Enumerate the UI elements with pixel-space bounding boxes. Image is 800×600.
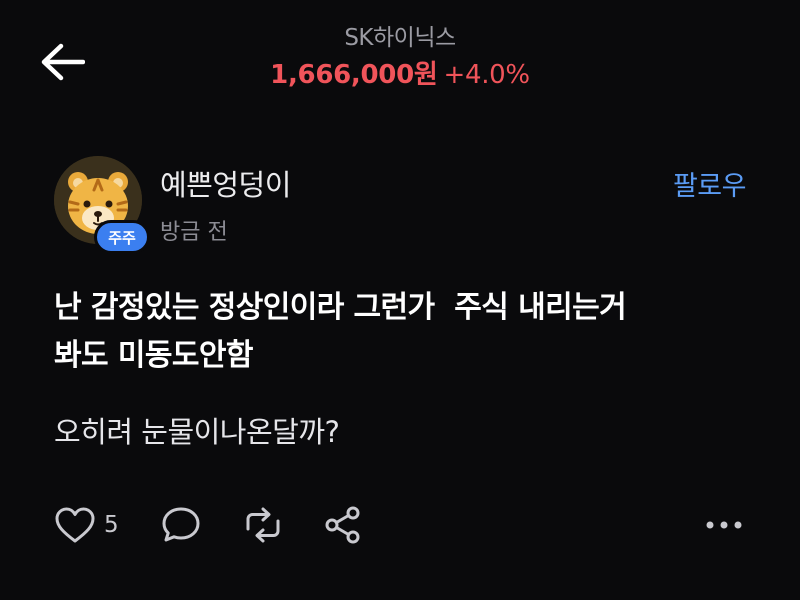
- stock-name[interactable]: SK하이닉스: [0, 22, 800, 54]
- like-count: 5: [104, 512, 119, 538]
- post-title-line: 봐도 미동도안함: [54, 338, 253, 373]
- share-button[interactable]: [322, 498, 364, 552]
- follow-button[interactable]: 팔로우: [673, 164, 747, 203]
- post-body: 오히려 눈물이나온달까?: [54, 415, 340, 449]
- stock-header: SK하이닉스 1,666,000원 +4.0%: [0, 22, 800, 92]
- stock-price: 1,666,000원: [270, 60, 438, 90]
- more-icon: [704, 519, 744, 531]
- post-detail-screen: SK하이닉스 1,666,000원 +4.0% 주주 예쁜엉덩이 방금 전 팔로…: [0, 0, 800, 600]
- comment-button[interactable]: [160, 498, 202, 552]
- comment-icon: [160, 505, 202, 545]
- shareholder-badge: 주주: [94, 220, 150, 254]
- post-title-line: 난 감정있는 정상인이라 그런가 주식 내리는거: [54, 290, 627, 325]
- repost-icon: [240, 505, 286, 545]
- heart-icon: [54, 506, 96, 544]
- action-bar: 5: [50, 498, 750, 552]
- post-timestamp: 방금 전: [160, 220, 228, 245]
- stock-price-row: 1,666,000원 +4.0%: [0, 58, 800, 92]
- repost-button[interactable]: [240, 498, 286, 552]
- like-button[interactable]: 5: [54, 498, 119, 552]
- stock-change: +4.0%: [443, 60, 530, 90]
- share-icon: [322, 504, 364, 546]
- post-title: 난 감정있는 정상인이라 그런가 주식 내리는거 봐도 미동도안함: [54, 284, 754, 380]
- author-name[interactable]: 예쁜엉덩이: [160, 162, 291, 204]
- more-options-button[interactable]: [704, 498, 744, 552]
